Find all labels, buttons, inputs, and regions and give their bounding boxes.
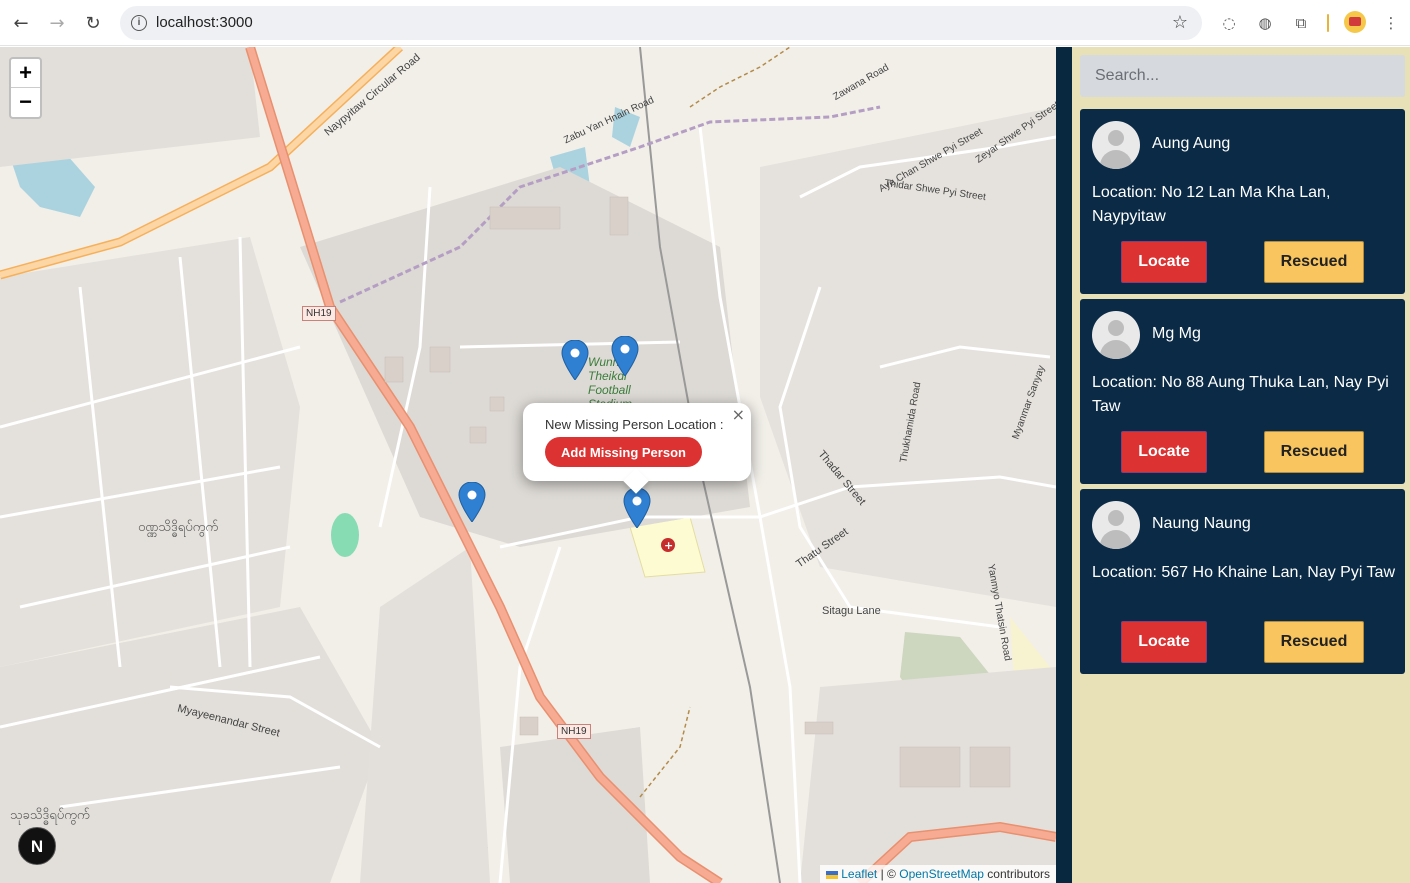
bookmark-star-icon[interactable]: ☆ bbox=[1172, 12, 1188, 33]
sidebar-divider bbox=[1056, 47, 1072, 883]
person-card: Aung Aung Location: No 12 Lan Ma Kha Lan… bbox=[1080, 109, 1405, 294]
osm-link[interactable]: OpenStreetMap bbox=[899, 867, 984, 881]
leaflet-link[interactable]: Leaflet bbox=[841, 867, 877, 881]
add-missing-person-button[interactable]: Add Missing Person bbox=[545, 437, 702, 467]
attribution-sep: | © bbox=[880, 867, 896, 881]
popup-close-icon[interactable]: × bbox=[732, 405, 745, 424]
road-shield-nh19: NH19 bbox=[302, 306, 336, 321]
rescued-button[interactable]: Rescued bbox=[1264, 621, 1364, 663]
popup-title: New Missing Person Location : bbox=[545, 417, 724, 432]
new-location-popup: × New Missing Person Location : Add Miss… bbox=[523, 403, 751, 494]
map-marker-icon[interactable] bbox=[458, 482, 486, 522]
map-view[interactable]: + Naypyitaw Circular Road NH19 NH19 Wunn… bbox=[0, 47, 1056, 883]
zoom-in-button[interactable]: + bbox=[11, 59, 40, 88]
map-marker-icon[interactable] bbox=[611, 336, 639, 376]
ward-label-2: သုခသိဒ္ဓိရပ်ကွက် bbox=[10, 807, 90, 822]
svg-text:+: + bbox=[664, 539, 673, 552]
extension-icon-1[interactable]: ◌ bbox=[1218, 12, 1240, 34]
puzzle-extensions-icon[interactable]: ⧉ bbox=[1290, 12, 1312, 34]
map-marker-icon[interactable] bbox=[561, 340, 589, 380]
avatar bbox=[1092, 501, 1140, 549]
reload-icon[interactable]: ↻ bbox=[81, 11, 105, 35]
urban-block-s bbox=[360, 547, 490, 883]
avatar bbox=[1092, 311, 1140, 359]
nextjs-dev-badge[interactable]: N bbox=[18, 827, 56, 865]
person-location: Location: 567 Ho Khaine Lan, Nay Pyi Taw bbox=[1092, 564, 1396, 581]
back-icon[interactable]: ← bbox=[9, 11, 33, 35]
rescued-button[interactable]: Rescued bbox=[1264, 431, 1364, 473]
zoom-control: + − bbox=[9, 57, 42, 119]
road-label-sitagu: Sitagu Lane bbox=[822, 605, 881, 617]
person-name: Mg Mg bbox=[1152, 325, 1201, 342]
profile-icon[interactable] bbox=[1344, 11, 1366, 33]
browser-toolbar: ← → ↻ i localhost:3000 ☆ ◌ ◍ ⧉ ⋮ bbox=[0, 0, 1410, 46]
person-name: Aung Aung bbox=[1152, 135, 1231, 152]
map-attribution: Leaflet | © OpenStreetMap contributors bbox=[819, 865, 1056, 883]
menu-kebab-icon[interactable]: ⋮ bbox=[1380, 12, 1402, 34]
missing-persons-sidebar: Aung Aung Location: No 12 Lan Ma Kha Lan… bbox=[1072, 47, 1410, 883]
toolbar-divider bbox=[1327, 14, 1329, 32]
ukraine-flag-icon bbox=[825, 870, 838, 879]
person-card: Naung Naung Location: 567 Ho Khaine Lan,… bbox=[1080, 489, 1405, 674]
zoom-out-button[interactable]: − bbox=[11, 88, 40, 117]
sports-field bbox=[331, 513, 359, 557]
person-location: Location: No 12 Lan Ma Kha Lan, Naypyita… bbox=[1092, 184, 1331, 225]
search-input[interactable] bbox=[1080, 55, 1405, 97]
locate-button[interactable]: Locate bbox=[1121, 431, 1207, 473]
locate-button[interactable]: Locate bbox=[1121, 621, 1207, 663]
url-text: localhost:3000 bbox=[156, 14, 253, 31]
locate-button[interactable]: Locate bbox=[1121, 241, 1207, 283]
ward-label-1: ဝဏ္ဏသိဒ္ဓိရပ်ကွက် bbox=[138, 519, 219, 534]
avatar bbox=[1092, 121, 1140, 169]
extension-icon-2[interactable]: ◍ bbox=[1254, 12, 1276, 34]
address-bar[interactable]: i localhost:3000 ☆ bbox=[120, 6, 1202, 40]
person-name: Naung Naung bbox=[1152, 515, 1251, 532]
road-shield-nh19-south: NH19 bbox=[557, 724, 591, 739]
forward-icon[interactable]: → bbox=[45, 11, 69, 35]
map-marker-icon[interactable] bbox=[623, 488, 651, 528]
attribution-contributors: contributors bbox=[987, 867, 1050, 881]
site-info-icon[interactable]: i bbox=[131, 15, 147, 31]
rescued-button[interactable]: Rescued bbox=[1264, 241, 1364, 283]
person-location: Location: No 88 Aung Thuka Lan, Nay Pyi … bbox=[1092, 374, 1389, 415]
person-card: Mg Mg Location: No 88 Aung Thuka Lan, Na… bbox=[1080, 299, 1405, 484]
